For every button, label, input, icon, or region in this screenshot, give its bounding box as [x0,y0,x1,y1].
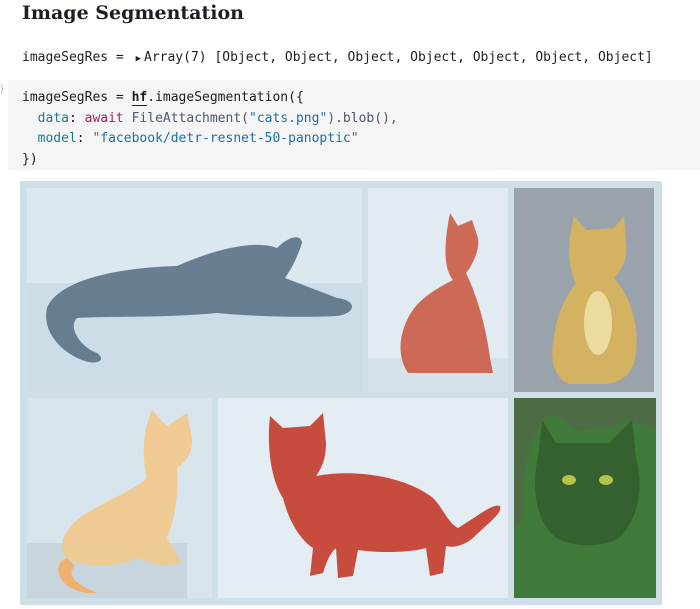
panel-cream-cat [27,398,212,598]
array-items: [Object, Object, Object, Object, Object,… [214,50,653,65]
code-fileattachment: FileAttachment( [123,110,249,126]
code-colon: : [68,110,85,126]
code-hf: hf [131,90,148,106]
standing-cat-figure [218,398,508,598]
panel-red-cat [368,188,508,392]
code-string-model: "facebook/detr-resnet-50-panoptic" [92,131,359,146]
panel-orange-cat [514,188,654,392]
red-cat-figure [368,188,508,392]
output-equals: = [115,50,124,65]
cream-cat-figure [27,398,212,598]
code-method: .imageSegmentation({ [147,90,304,105]
code-colon-2: : [76,131,93,146]
page-title: Image Segmentation [22,2,244,24]
code-blob: ).blob(), [327,110,398,126]
code-string-file: "cats.png" [249,110,328,126]
segmentation-image [20,181,662,605]
code-var: imageSegRes [22,90,109,105]
code-eq: = [108,90,132,105]
orange-cat-figure [514,188,654,392]
code-editor[interactable]: imageSegRes = hf.imageSegmentation({ dat… [22,88,398,170]
lying-cat-figure [27,188,362,392]
panel-lying-cat [27,188,362,392]
triangle-right-icon[interactable]: ▶ [136,54,141,64]
code-cell[interactable]: imageSegRes = hf.imageSegmentation({ dat… [8,80,700,170]
cell-output: imageSegRes = ▶ Array(7) [Object, Object,… [22,50,653,65]
panel-green-cat [514,398,656,598]
panel-standing-cat [218,398,508,598]
output-variable: imageSegRes [22,50,109,65]
code-await: await [84,110,124,126]
code-close: }) [22,151,38,167]
code-key-data: data [37,110,69,126]
green-cat-figure [514,398,656,598]
cell-handle-icon[interactable]: ⟩ [0,84,4,95]
code-key-model: model [37,131,77,146]
array-expander[interactable]: Array(7) [144,50,207,65]
